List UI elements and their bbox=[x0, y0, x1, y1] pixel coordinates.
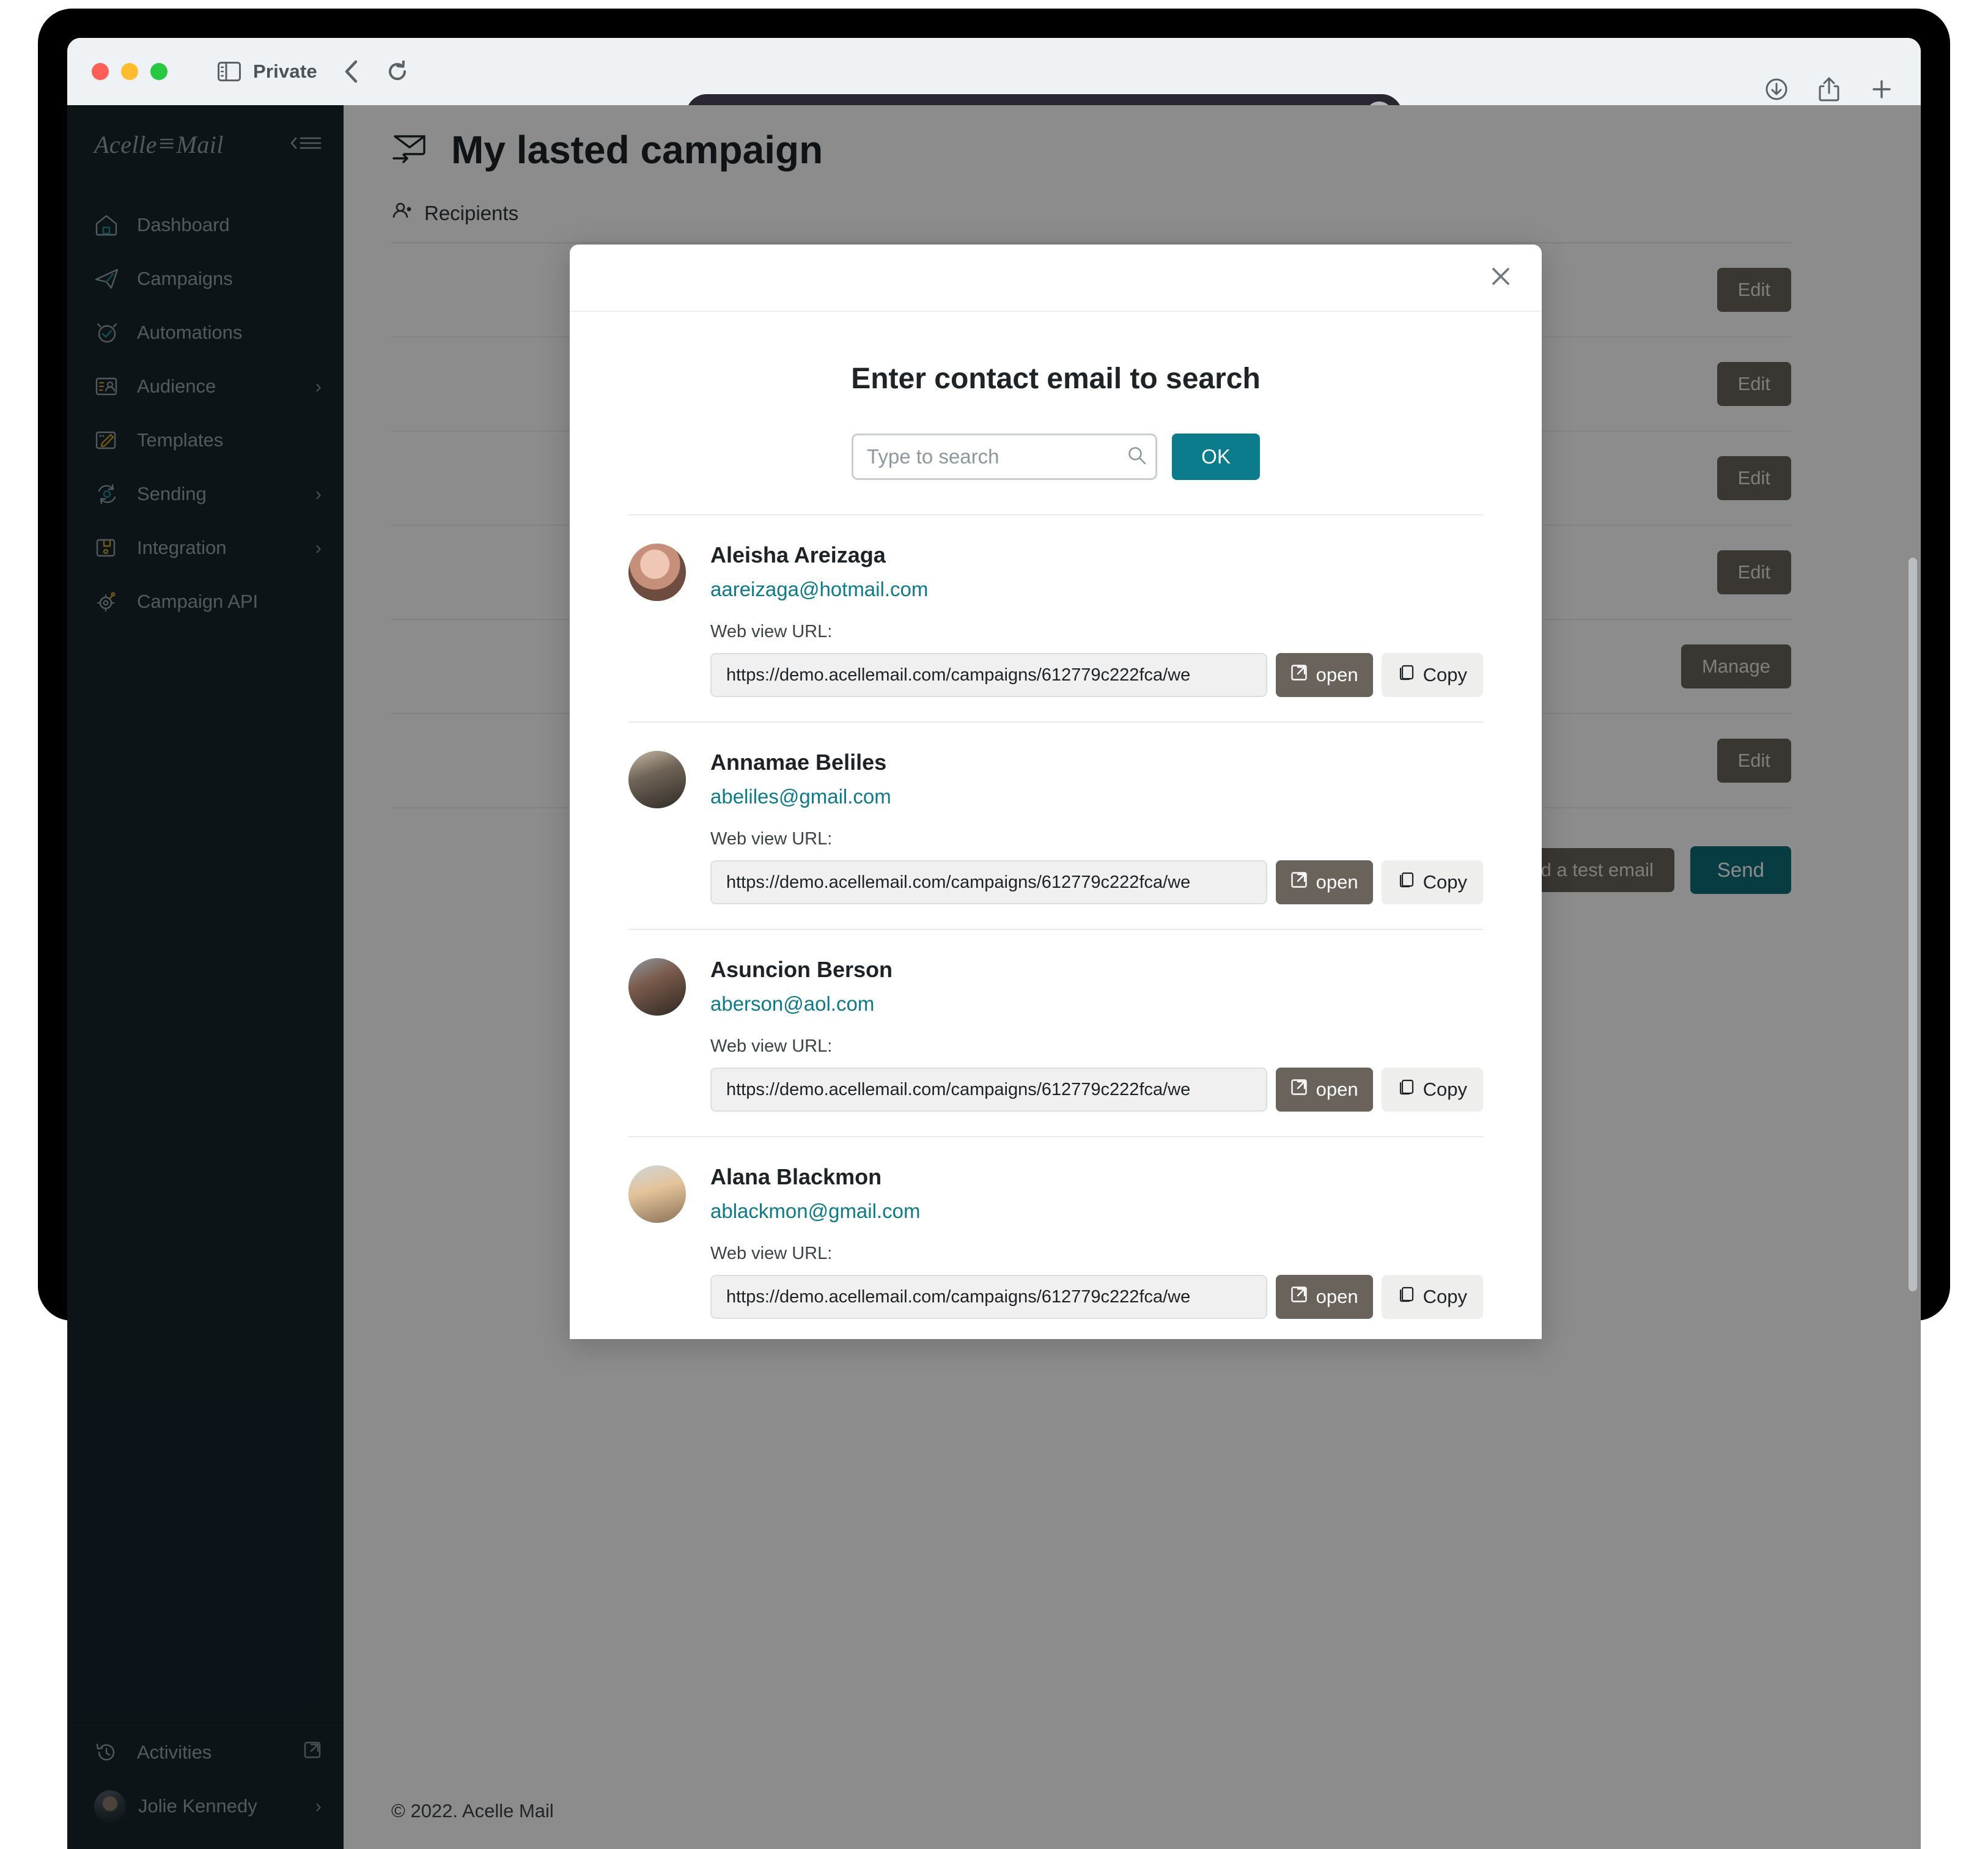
copy-icon bbox=[1397, 871, 1415, 893]
copy-icon bbox=[1397, 664, 1415, 686]
app-viewport: Acelle≡Mail Dashboard Campaigns Automati… bbox=[67, 105, 1921, 1849]
url-row: https://demo.acellemail.com/campaigns/61… bbox=[710, 653, 1483, 697]
list-item: Annamae Beliles abeliles@gmail.com Web v… bbox=[628, 722, 1483, 929]
private-browsing-label: Private bbox=[253, 61, 317, 82]
modal-header bbox=[570, 245, 1542, 312]
search-icon bbox=[1127, 445, 1147, 469]
open-button-label: open bbox=[1316, 664, 1358, 685]
list-item: Alana Blackmon ablackmon@gmail.com Web v… bbox=[628, 1136, 1483, 1339]
web-view-url-label: Web view URL: bbox=[710, 829, 833, 849]
url-row: https://demo.acellemail.com/campaigns/61… bbox=[710, 860, 1483, 904]
contact-name: Annamae Beliles bbox=[710, 750, 887, 775]
copy-button-label: Copy bbox=[1423, 871, 1467, 893]
minimize-window-button[interactable] bbox=[121, 63, 138, 80]
page-scrollbar[interactable] bbox=[1909, 558, 1917, 1291]
search-row: OK bbox=[570, 434, 1542, 480]
copy-button[interactable]: Copy bbox=[1381, 1275, 1483, 1319]
contact-results-list: Aleisha Areizaga aareizaga@hotmail.com W… bbox=[570, 514, 1542, 1339]
sidebar-toggle-icon[interactable] bbox=[218, 62, 241, 81]
avatar bbox=[628, 958, 686, 1016]
modal-title: Enter contact email to search bbox=[851, 363, 1261, 395]
web-view-url-value[interactable]: https://demo.acellemail.com/campaigns/61… bbox=[710, 860, 1267, 904]
list-item: Asuncion Berson aberson@aol.com Web view… bbox=[628, 929, 1483, 1136]
open-button[interactable]: open bbox=[1275, 653, 1373, 697]
open-button-label: open bbox=[1316, 1286, 1358, 1307]
contact-email-link[interactable]: aberson@aol.com bbox=[710, 992, 1483, 1016]
close-window-button[interactable] bbox=[92, 63, 109, 80]
copy-icon bbox=[1397, 1286, 1415, 1308]
back-chevron-icon[interactable] bbox=[343, 59, 359, 84]
download-icon[interactable] bbox=[1764, 77, 1789, 105]
external-link-icon bbox=[1290, 1286, 1308, 1308]
browser-window: Private Acelle≡Mail Dashboard Campaigns … bbox=[67, 38, 1921, 1849]
avatar bbox=[628, 544, 686, 601]
search-field-wrapper[interactable] bbox=[852, 434, 1157, 480]
contact-name: Alana Blackmon bbox=[710, 1164, 882, 1189]
open-button[interactable]: open bbox=[1275, 1068, 1373, 1112]
web-view-url-value[interactable]: https://demo.acellemail.com/campaigns/61… bbox=[710, 1275, 1267, 1319]
copy-button[interactable]: Copy bbox=[1381, 1068, 1483, 1112]
external-link-icon bbox=[1290, 871, 1308, 893]
open-button-label: open bbox=[1316, 1079, 1358, 1100]
avatar bbox=[628, 751, 686, 808]
contact-search-modal: Enter contact email to search OK bbox=[570, 245, 1542, 1339]
contact-email-link[interactable]: abeliles@gmail.com bbox=[710, 785, 1483, 808]
contact-name: Asuncion Berson bbox=[710, 957, 893, 982]
device-frame: Private Acelle≡Mail Dashboard Campaigns … bbox=[0, 0, 1988, 1849]
external-link-icon bbox=[1290, 664, 1308, 686]
plus-icon[interactable] bbox=[1869, 77, 1894, 105]
web-view-url-value[interactable]: https://demo.acellemail.com/campaigns/61… bbox=[710, 1068, 1267, 1112]
contact-email-link[interactable]: ablackmon@gmail.com bbox=[710, 1200, 1483, 1223]
ok-button[interactable]: OK bbox=[1172, 434, 1260, 480]
contact-email-link[interactable]: aareizaga@hotmail.com bbox=[710, 578, 1483, 601]
maximize-window-button[interactable] bbox=[150, 63, 168, 80]
url-row: https://demo.acellemail.com/campaigns/61… bbox=[710, 1068, 1483, 1112]
web-view-url-label: Web view URL: bbox=[710, 1036, 833, 1056]
browser-toolbar-right bbox=[1764, 76, 1894, 106]
copy-button[interactable]: Copy bbox=[1381, 860, 1483, 904]
copy-button[interactable]: Copy bbox=[1381, 653, 1483, 697]
copy-button-label: Copy bbox=[1423, 664, 1467, 685]
window-traffic-lights bbox=[92, 63, 168, 80]
web-view-url-label: Web view URL: bbox=[710, 1244, 833, 1263]
web-view-url-label: Web view URL: bbox=[710, 622, 833, 641]
open-button-label: open bbox=[1316, 871, 1358, 893]
copy-icon bbox=[1397, 1079, 1415, 1101]
web-view-url-value[interactable]: https://demo.acellemail.com/campaigns/61… bbox=[710, 653, 1267, 697]
open-button[interactable]: open bbox=[1275, 860, 1373, 904]
copy-button-label: Copy bbox=[1423, 1079, 1467, 1100]
list-item: Aleisha Areizaga aareizaga@hotmail.com W… bbox=[628, 514, 1483, 722]
contact-name: Aleisha Areizaga bbox=[710, 542, 886, 567]
url-row: https://demo.acellemail.com/campaigns/61… bbox=[710, 1275, 1483, 1319]
external-link-icon bbox=[1290, 1079, 1308, 1101]
search-input[interactable] bbox=[867, 445, 1127, 468]
avatar bbox=[628, 1165, 686, 1223]
copy-button-label: Copy bbox=[1423, 1286, 1467, 1307]
share-icon[interactable] bbox=[1818, 76, 1840, 106]
reload-icon[interactable] bbox=[387, 61, 408, 83]
open-button[interactable]: open bbox=[1275, 1275, 1373, 1319]
close-icon[interactable] bbox=[1482, 257, 1520, 298]
